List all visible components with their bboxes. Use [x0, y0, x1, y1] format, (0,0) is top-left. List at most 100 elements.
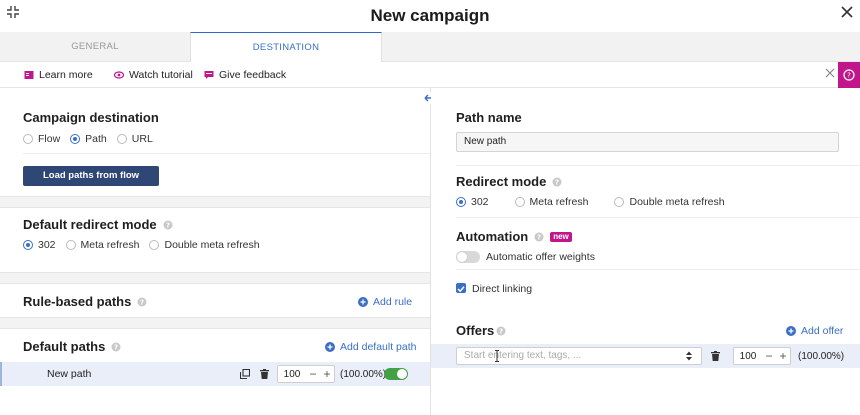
new-badge: new — [550, 231, 572, 242]
radio-double-meta-refresh[interactable]: Double meta refresh — [614, 196, 725, 208]
path-name-input[interactable]: New path — [456, 132, 839, 152]
radio-circle-selected[interactable] — [23, 240, 33, 250]
tab-bar: GENERAL DESTINATION — [0, 32, 860, 63]
default-redirect-title: Default redirect mode — [23, 217, 157, 232]
radio-circle[interactable] — [65, 240, 76, 250]
direct-linking-label: Direct linking — [472, 283, 533, 295]
weight-percent: (100.00%) — [340, 369, 387, 380]
weight-percent: (100.00%) — [798, 351, 845, 362]
radio-label: 302 — [38, 239, 56, 251]
svg-text:?: ? — [114, 343, 118, 351]
right-panel: Path name New path Redirect mode ? 302 M… — [431, 88, 860, 415]
learn-more-link[interactable]: Learn more — [24, 69, 93, 81]
redirect-mode-heading: Redirect mode ? — [456, 174, 562, 189]
sort-arrows-icon — [686, 351, 692, 361]
radio-circle-selected[interactable] — [70, 134, 81, 144]
help-icon[interactable]: ? — [111, 342, 121, 352]
offer-weight-stepper[interactable]: 100 − + — [733, 347, 791, 365]
radio-url[interactable]: URL — [116, 133, 153, 145]
divider — [456, 217, 860, 218]
automatic-offer-weights-label: Automatic offer weights — [486, 251, 595, 263]
direct-linking-checkbox[interactable] — [456, 283, 466, 293]
radio-circle[interactable] — [149, 240, 160, 250]
trash-icon[interactable] — [260, 369, 269, 379]
svg-text:?: ? — [555, 178, 559, 186]
tab-general[interactable]: GENERAL — [0, 32, 190, 62]
eye-icon — [114, 71, 124, 79]
svg-text:?: ? — [537, 233, 541, 241]
weight-value[interactable]: 100 — [278, 369, 306, 380]
svg-text:?: ? — [166, 221, 170, 229]
weight-value[interactable]: 100 — [734, 351, 762, 362]
tab-destination[interactable]: DESTINATION — [190, 32, 382, 63]
offer-input-placeholder: Start entering text, tags, ... — [464, 350, 582, 361]
section-gap — [0, 272, 430, 284]
increment-button[interactable]: + — [776, 348, 790, 364]
radio-label: Meta refresh — [529, 196, 589, 208]
decrement-button[interactable]: − — [762, 348, 776, 364]
radio-label: URL — [131, 133, 153, 145]
add-default-path-link[interactable]: Add default path — [325, 341, 416, 353]
radio-circle[interactable] — [514, 197, 525, 207]
radio-circle[interactable] — [614, 197, 625, 207]
plus-circle-icon — [358, 297, 368, 307]
radio-label: Path — [85, 133, 107, 145]
radio-302[interactable]: 302 — [456, 196, 489, 208]
help-icon[interactable]: ? — [137, 297, 147, 307]
radio-path[interactable]: Path — [70, 133, 107, 145]
automation-title: Automation — [456, 229, 529, 244]
help-icon[interactable]: ? — [496, 326, 506, 336]
divider — [456, 165, 860, 166]
load-paths-button[interactable]: Load paths from flow template — [23, 166, 159, 201]
help-button[interactable]: ? — [838, 62, 860, 88]
radio-circle[interactable] — [116, 134, 127, 144]
section-gap — [0, 196, 430, 208]
duplicate-icon[interactable] — [240, 369, 250, 379]
question-icon: ? — [843, 69, 855, 81]
default-path-row[interactable]: New path 100 − + (100.00%) — [0, 362, 430, 386]
default-redirect-heading: Default redirect mode ? — [23, 217, 173, 232]
add-rule-label: Add rule — [373, 296, 413, 308]
help-icon[interactable]: ? — [534, 232, 544, 242]
close-helpbar-icon[interactable] — [824, 67, 836, 79]
add-rule-link[interactable]: Add rule — [358, 296, 412, 308]
offer-search-input[interactable]: Start entering text, tags, ... — [456, 347, 702, 365]
help-bar: Learn more Watch tutorial Give feedback … — [0, 62, 860, 88]
section-gap — [0, 317, 430, 329]
increment-button[interactable]: + — [320, 366, 334, 382]
radio-meta-refresh[interactable]: Meta refresh — [65, 239, 139, 251]
radio-double-meta-refresh[interactable]: Double meta refresh — [149, 239, 260, 251]
radio-label: Double meta refresh — [629, 196, 725, 208]
default-paths-heading: Default paths ? — [23, 339, 121, 354]
chat-icon — [204, 71, 214, 79]
add-default-path-label: Add default path — [340, 341, 417, 353]
automatic-offer-weights-toggle[interactable] — [456, 251, 480, 263]
radio-meta-refresh[interactable]: Meta refresh — [514, 196, 589, 208]
path-name: New path — [47, 368, 92, 380]
radio-circle-selected[interactable] — [456, 197, 466, 207]
path-enabled-toggle[interactable] — [384, 368, 408, 380]
radio-flow[interactable]: Flow — [23, 133, 60, 145]
watch-tutorial-link[interactable]: Watch tutorial — [114, 69, 193, 81]
path-weight-stepper[interactable]: 100 − + — [277, 365, 335, 383]
radio-302[interactable]: 302 — [23, 239, 56, 251]
give-feedback-link[interactable]: Give feedback — [204, 69, 286, 81]
learn-more-label: Learn more — [39, 69, 93, 81]
radio-circle[interactable] — [23, 134, 33, 144]
help-icon[interactable]: ? — [552, 177, 562, 187]
path-name-heading: Path name — [456, 110, 522, 125]
plus-circle-icon — [786, 326, 796, 336]
radio-label: 302 — [471, 196, 489, 208]
add-offer-link[interactable]: Add offer — [786, 325, 843, 337]
add-offer-label: Add offer — [801, 325, 844, 337]
text-cursor-icon — [495, 350, 499, 362]
rule-based-heading: Rule-based paths ? — [23, 294, 147, 309]
decrement-button[interactable]: − — [306, 366, 320, 382]
offers-title: Offers — [456, 323, 495, 338]
trash-icon[interactable] — [711, 351, 720, 361]
window-title: New campaign — [370, 6, 490, 25]
help-icon[interactable]: ? — [163, 220, 173, 230]
redirect-mode-title: Redirect mode — [456, 174, 547, 189]
plus-circle-icon — [325, 342, 335, 352]
close-icon[interactable] — [840, 5, 854, 19]
